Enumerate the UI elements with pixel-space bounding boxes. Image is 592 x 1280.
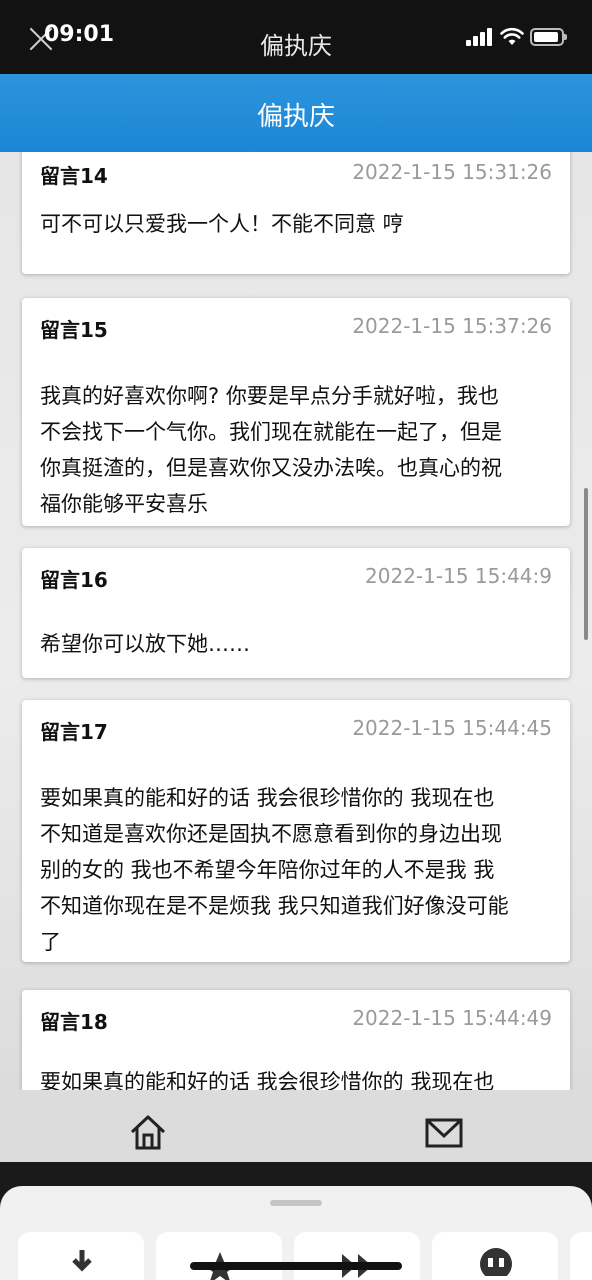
message-text: 我真的好喜欢你啊? 你要是早点分手就好啦，我也 不会找下一个气你。我们现在就能在… (40, 384, 502, 516)
message-title: 留言18 (40, 1010, 108, 1034)
message-card[interactable]: 留言14 2022-1-15 15:31:26 可不可以只爱我一个人！不能不同意… (22, 152, 570, 274)
download-button[interactable] (18, 1232, 144, 1280)
status-bar: 09:01 偏执庆 (0, 0, 592, 74)
message-time: 2022-1-15 15:37:26 (352, 314, 552, 338)
favorite-button[interactable] (156, 1232, 282, 1280)
tab-home[interactable] (68, 1096, 228, 1162)
more-button[interactable] (570, 1232, 592, 1280)
home-indicator (190, 1262, 402, 1270)
message-time: 2022-1-15 15:31:26 (352, 160, 552, 184)
app-screen: 09:01 偏执庆 偏执庆 留言14 2022-1-15 15:31:26 可不… (0, 0, 592, 1280)
page-header: 偏执庆 (0, 74, 592, 152)
chat-icon (480, 1248, 512, 1276)
message-list[interactable]: 留言14 2022-1-15 15:31:26 可不可以只爱我一个人！不能不同意… (0, 152, 592, 1090)
battery-icon (530, 28, 567, 46)
tab-bar (0, 1090, 592, 1162)
message-time: 2022-1-15 15:44:9 (365, 564, 552, 588)
chat-button[interactable] (432, 1232, 558, 1280)
message-title: 留言16 (40, 568, 108, 592)
message-card[interactable]: 留言16 2022-1-15 15:44:9 希望你可以放下她…… (22, 548, 570, 678)
message-time: 2022-1-15 15:44:49 (352, 1006, 552, 1030)
message-title: 留言17 (40, 720, 108, 744)
page-title: 偏执庆 (256, 102, 335, 132)
message-card[interactable]: 留言17 2022-1-15 15:44:45 要如果真的能和好的话 我会很珍惜… (22, 700, 570, 962)
message-text: 要如果真的能和好的话 我会很珍惜你的 我现在也 (40, 1070, 495, 1090)
signal-icon (466, 28, 494, 46)
message-text: 要如果真的能和好的话 我会很珍惜你的 我现在也 不知道是喜欢你还是固执不愿意看到… (40, 786, 509, 954)
scrollbar-thumb[interactable] (584, 488, 588, 640)
message-card[interactable]: 留言15 2022-1-15 15:37:26 我真的好喜欢你啊? 你要是早点分… (22, 298, 570, 526)
message-card[interactable]: 留言18 2022-1-15 15:44:49 要如果真的能和好的话 我会很珍惜… (22, 990, 570, 1090)
message-title: 留言15 (40, 318, 108, 342)
forward-button[interactable] (294, 1232, 420, 1280)
wifi-icon (500, 27, 524, 45)
download-icon (72, 1250, 92, 1272)
message-title: 留言14 (40, 164, 108, 188)
message-text: 希望你可以放下她…… (40, 632, 250, 656)
sheet-handle[interactable] (270, 1200, 322, 1206)
mail-icon (425, 1118, 463, 1148)
home-icon (130, 1115, 166, 1150)
tab-mail[interactable] (364, 1096, 524, 1162)
message-time: 2022-1-15 15:44:45 (352, 716, 552, 740)
message-text: 可不可以只爱我一个人！不能不同意 哼 (40, 212, 404, 236)
